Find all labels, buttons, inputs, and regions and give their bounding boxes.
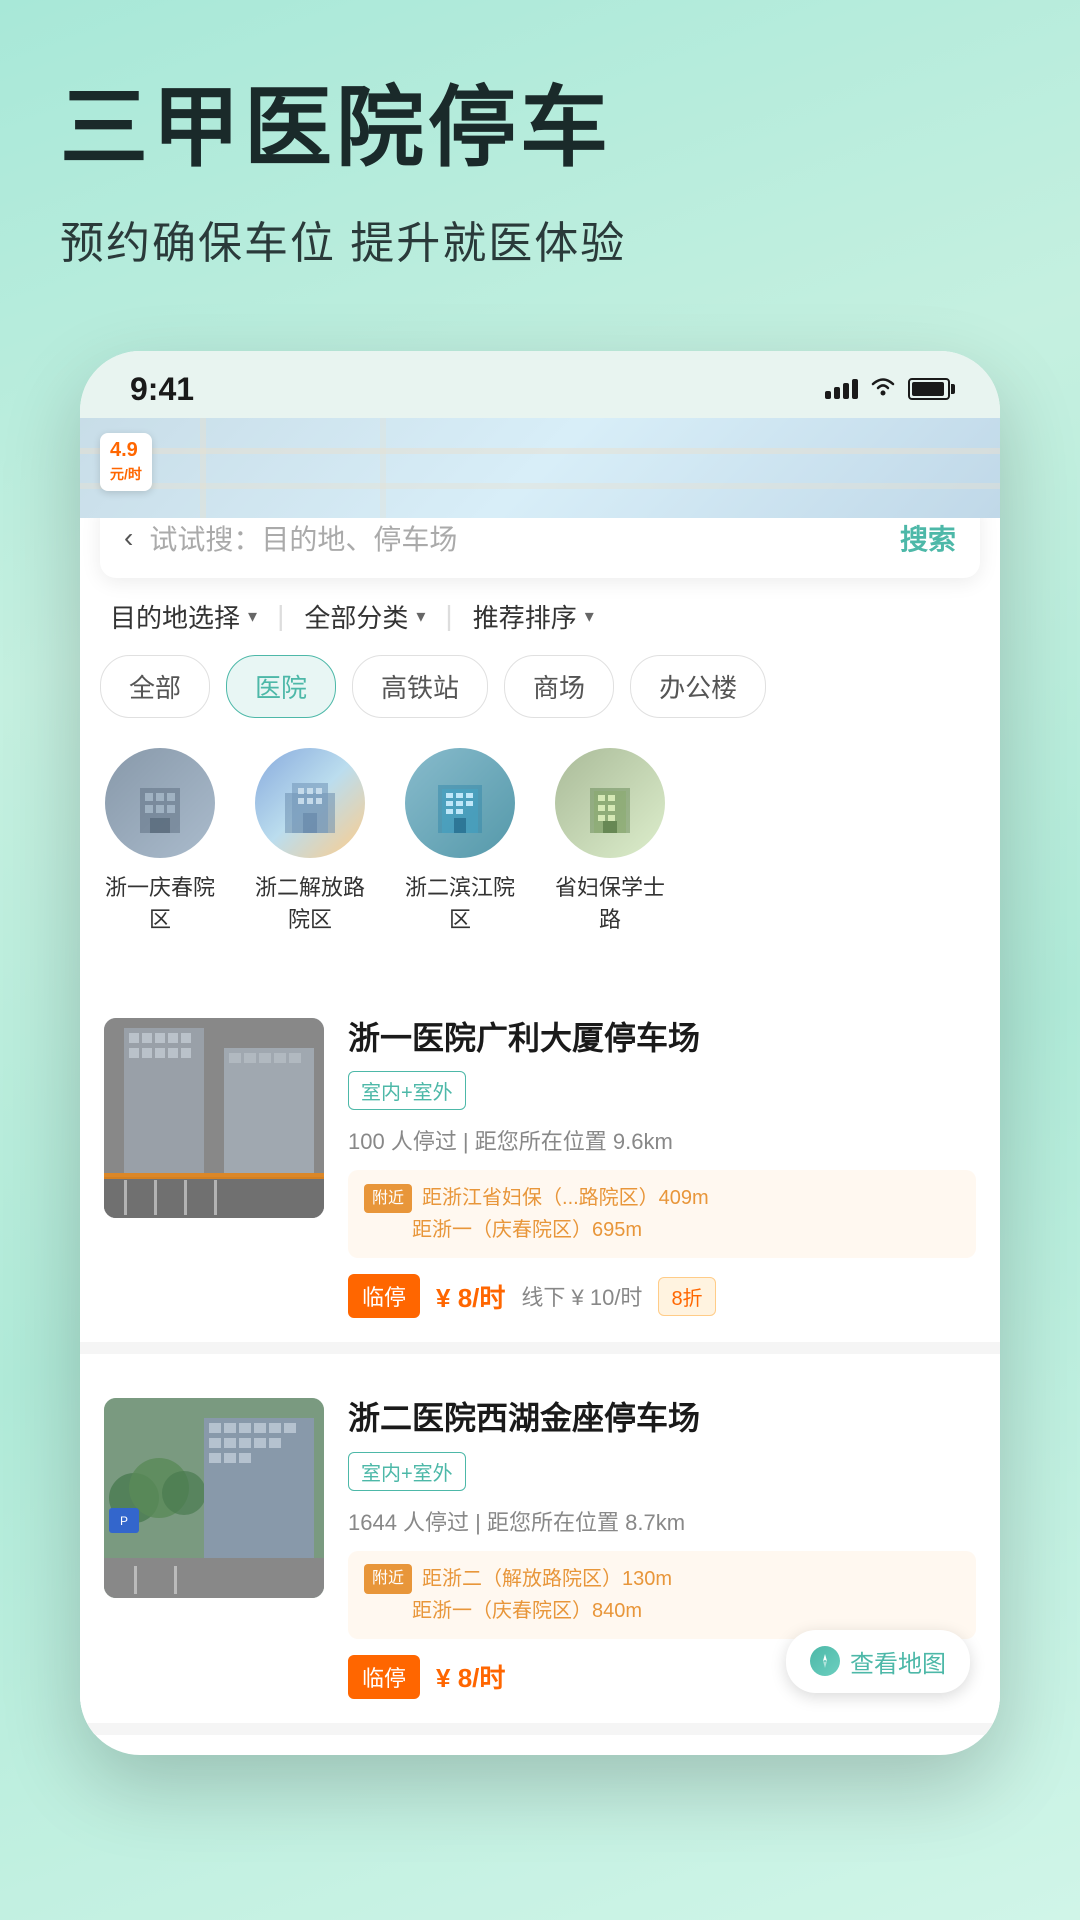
parking-name-1: 浙二医院西湖金座停车场 [348, 1398, 976, 1440]
phone-content: ‹ 试试搜：目的地、停车场 搜索 目的地选择 ▾ | 全部分类 ▾ | 推荐排序 [80, 518, 1000, 1755]
hero-title: 三甲医院停车 [60, 80, 1020, 177]
price-main-1: ¥ 8/时 [436, 1658, 505, 1695]
temp-badge-0: 临停 [348, 1274, 420, 1318]
temp-badge-1: 临停 [348, 1655, 420, 1699]
nearby-badge: 附近 [364, 1184, 412, 1214]
parking-card-0[interactable]: 浙一医院广利大厦停车场 室内+室外 100 人停过 | 距您所在位置 9.6km… [80, 994, 1000, 1355]
signal-icon [825, 379, 858, 399]
category-tab-hospital[interactable]: 医院 [226, 655, 336, 718]
bottom-panel: 浙一医院广利大厦停车场 室内+室外 100 人停过 | 距您所在位置 9.6km… [80, 964, 1000, 1735]
status-time: 9:41 [130, 371, 194, 408]
phone-frame: 9:41 [80, 351, 1000, 1755]
map-view-button[interactable]: 查看地图 [786, 1630, 970, 1693]
hospital-item-3[interactable]: 省妇保学士路 [550, 748, 670, 934]
nearby-row-1-0: 附近 距浙二（解放路院区）130m [364, 1563, 960, 1595]
category-tab-mall[interactable]: 商场 [504, 655, 614, 718]
hospital-item-1[interactable]: 浙二解放路院区 [250, 748, 370, 934]
parking-tag-1: 室内+室外 [348, 1452, 466, 1491]
hospital-item-0[interactable]: 浙一庆春院区 [100, 748, 220, 934]
map-price-tag: 4.9元/时 [100, 433, 152, 491]
hospital-circle-3 [555, 748, 665, 858]
nearby-row-1-1: 距浙一（庆春院区）840m [364, 1595, 960, 1627]
hero-section: 三甲医院停车 预约确保车位 提升就医体验 [0, 0, 1080, 311]
discount-badge-0: 8折 [658, 1277, 715, 1316]
phone-wrapper: 9:41 [0, 351, 1080, 1755]
chevron-down-icon: ▾ [585, 606, 594, 627]
parking-image-0 [104, 1018, 324, 1218]
filter-category[interactable]: 全部分类 ▾ [304, 598, 425, 635]
category-tab-all[interactable]: 全部 [100, 655, 210, 718]
status-icons [825, 376, 950, 402]
hospital-name-3: 省妇保学士路 [550, 870, 670, 934]
category-tab-train[interactable]: 高铁站 [352, 655, 488, 718]
nearby-box-0: 附近 距浙江省妇保（...路院区）409m 距浙一（庆春院区）695m [348, 1170, 976, 1258]
nearby-row-0-0: 附近 距浙江省妇保（...路院区）409m [364, 1182, 960, 1214]
hospital-item-2[interactable]: 浙二滨江院区 [400, 748, 520, 934]
hospital-circle-0 [105, 748, 215, 858]
hospital-circles: 浙一庆春院区 [80, 738, 1000, 964]
status-bar: 9:41 [80, 351, 1000, 418]
filter-row: 目的地选择 ▾ | 全部分类 ▾ | 推荐排序 ▾ [80, 598, 1000, 655]
compass-icon [810, 1646, 840, 1676]
hospital-circle-1 [255, 748, 365, 858]
search-button[interactable]: 搜索 [900, 518, 956, 558]
battery-icon [908, 378, 950, 400]
parking-stats-1: 1644 人停过 | 距您所在位置 8.7km [348, 1505, 976, 1537]
card-info-0: 浙一医院广利大厦停车场 室内+室外 100 人停过 | 距您所在位置 9.6km… [348, 1018, 976, 1319]
category-tabs: 全部 医院 高铁站 商场 办公楼 [80, 655, 1000, 738]
wifi-icon [870, 376, 896, 402]
hospital-name-1: 浙二解放路院区 [250, 870, 370, 934]
map-view-label: 查看地图 [850, 1644, 946, 1679]
price-main-0: ¥ 8/时 [436, 1278, 505, 1315]
chevron-down-icon: ▾ [248, 606, 257, 627]
hospital-name-0: 浙一庆春院区 [100, 870, 220, 934]
hospital-name-2: 浙二滨江院区 [400, 870, 520, 934]
search-bar[interactable]: ‹ 试试搜：目的地、停车场 搜索 [100, 518, 980, 578]
map-background: 4.9元/时 [80, 418, 1000, 518]
search-input[interactable]: 试试搜：目的地、停车场 [149, 518, 900, 558]
price-row-0: 临停 ¥ 8/时 线下 ¥ 10/时 8折 [348, 1274, 976, 1318]
filter-destination[interactable]: 目的地选择 ▾ [110, 598, 257, 635]
parking-tag-0: 室内+室外 [348, 1071, 466, 1110]
svg-text:P: P [120, 1514, 128, 1528]
filter-sort[interactable]: 推荐排序 ▾ [473, 598, 594, 635]
nearby-badge: 附近 [364, 1564, 412, 1594]
category-tab-office[interactable]: 办公楼 [630, 655, 766, 718]
hospital-circle-2 [405, 748, 515, 858]
back-button[interactable]: ‹ [124, 522, 133, 554]
nearby-box-1: 附近 距浙二（解放路院区）130m 距浙一（庆春院区）840m [348, 1551, 976, 1639]
chevron-down-icon: ▾ [416, 606, 425, 627]
parking-stats-0: 100 人停过 | 距您所在位置 9.6km [348, 1124, 976, 1156]
price-offline-0: 线下 ¥ 10/时 [521, 1280, 642, 1312]
nearby-row-0-1: 距浙一（庆春院区）695m [364, 1214, 960, 1246]
parking-card-1[interactable]: P 浙二医院西湖金座停车场 室内+室外 1644 人停过 | 距您所在位置 8.… [80, 1374, 1000, 1735]
parking-image-1: P [104, 1398, 324, 1598]
hero-subtitle: 预约确保车位 提升就医体验 [60, 207, 1020, 271]
parking-name-0: 浙一医院广利大厦停车场 [348, 1018, 976, 1060]
